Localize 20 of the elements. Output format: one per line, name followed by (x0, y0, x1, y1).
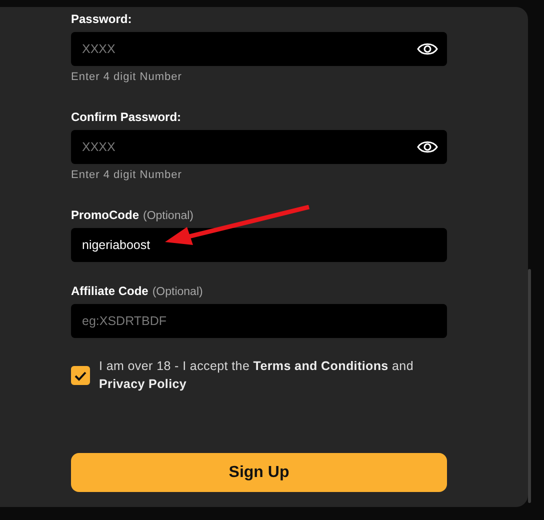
input-field[interactable]: eg:XSDRTBDF (71, 304, 447, 338)
optional-note: (Optional) (143, 209, 194, 224)
input-field[interactable]: XXXX (71, 130, 447, 164)
checkbox[interactable] (71, 366, 90, 385)
input-field[interactable]: XXXX (71, 32, 447, 66)
field-label: Affiliate Code (71, 283, 148, 299)
field-label: Password: (71, 11, 132, 27)
field-label: Confirm Password: (71, 109, 182, 125)
check-icon (74, 370, 87, 380)
policy-link[interactable]: Terms and Conditions (253, 359, 388, 373)
consent-text: I am over 18 - I accept the Terms and Conditions and Privacy Policy (99, 358, 414, 393)
eye-icon[interactable] (417, 140, 438, 154)
policy-link[interactable]: Privacy Policy (99, 377, 187, 391)
eye-icon[interactable] (417, 42, 438, 56)
input-field[interactable]: nigeriaboost (71, 228, 447, 262)
sign-up-button[interactable]: Sign Up (71, 453, 447, 492)
hint-text: Enter 4 digit Number (71, 168, 182, 182)
hint-text: Enter 4 digit Number (71, 70, 182, 84)
field-label: PromoCode (71, 207, 140, 223)
optional-note: (Optional) (152, 285, 203, 300)
